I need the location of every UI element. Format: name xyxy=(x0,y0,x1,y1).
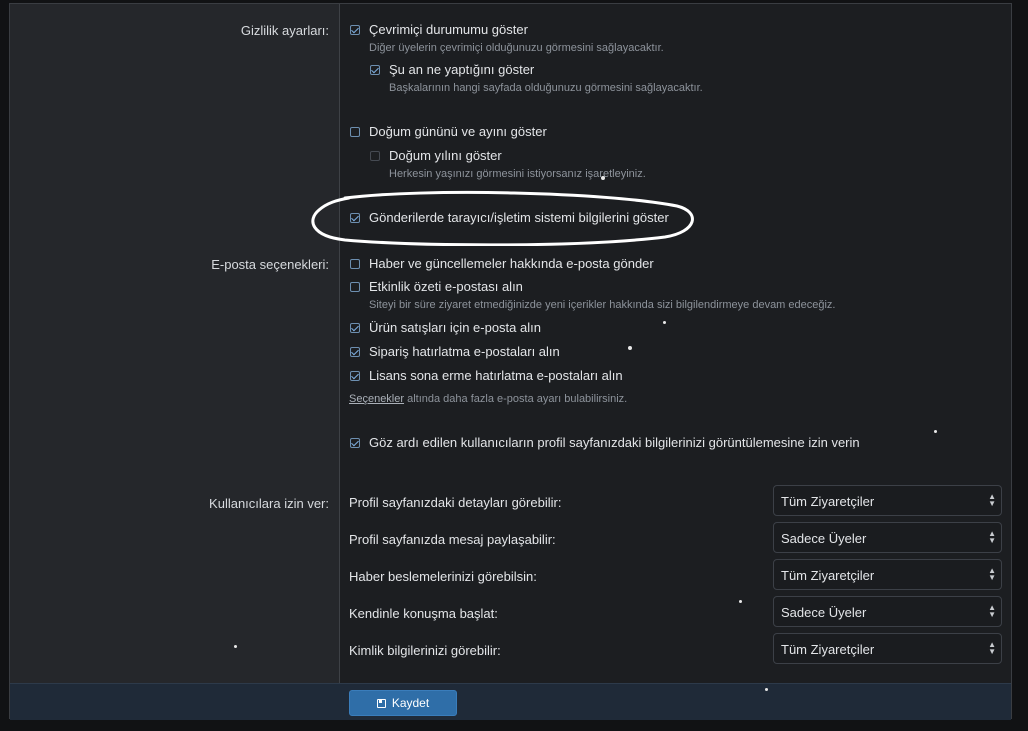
speck xyxy=(765,688,768,691)
speck xyxy=(601,176,605,180)
email-options-hint: Seçenekler altında daha fazla e-posta ay… xyxy=(349,393,627,405)
email-news-checkbox[interactable] xyxy=(350,259,360,269)
permission-select-profile-details[interactable]: Tüm Ziyaretçiler ▲ ▼ xyxy=(773,485,1002,516)
activity-summary-label[interactable]: Etkinlik özeti e-postası alın xyxy=(369,279,523,294)
show-online-label[interactable]: Çevrimiçi durumumu göster xyxy=(369,22,528,37)
permission-label-start-conversation: Kendinle konuşma başlat: xyxy=(349,606,498,621)
activity-summary-checkbox[interactable] xyxy=(350,282,360,292)
privacy-section-label: Gizlilik ayarları: xyxy=(240,23,329,38)
save-icon xyxy=(376,698,386,708)
email-section-label: E-posta seçenekleri: xyxy=(211,257,329,272)
save-button[interactable]: Kaydet xyxy=(349,690,457,716)
form-footer: Kaydet xyxy=(10,683,1011,720)
show-online-checkbox[interactable] xyxy=(350,25,360,35)
permission-label-identities: Kimlik bilgilerinizi görebilir: xyxy=(349,643,501,658)
permission-label-news-feed: Haber beslemelerinizi görebilsin: xyxy=(349,569,537,584)
ignored-users-label[interactable]: Göz ardı edilen kullanıcıların profil sa… xyxy=(369,435,860,450)
activity-summary-hint: Siteyi bir süre ziyaret etmediğinizde ye… xyxy=(369,299,836,311)
annotation-circle xyxy=(311,190,694,246)
product-sales-label[interactable]: Ürün satışları için e-posta alın xyxy=(369,320,541,335)
permission-select-identities[interactable]: Tüm Ziyaretçiler ▲ ▼ xyxy=(773,633,1002,664)
permissions-section-label: Kullanıcılara izin ver: xyxy=(209,496,329,511)
options-hint-text: altında daha fazla e-posta ayarı bulabil… xyxy=(404,393,628,405)
license-expiry-checkbox[interactable] xyxy=(350,371,360,381)
permission-label-profile-details: Profil sayfanızdaki detayları görebilir: xyxy=(349,495,562,510)
select-value: Tüm Ziyaretçiler xyxy=(781,568,875,583)
settings-panel: Gizlilik ayarları: E-posta seçenekleri: … xyxy=(9,3,1012,720)
speck xyxy=(234,645,237,648)
order-reminder-label[interactable]: Sipariş hatırlatma e-postaları alın xyxy=(369,344,560,359)
email-news-label[interactable]: Haber ve güncellemeler hakkında e-posta … xyxy=(369,256,654,271)
select-arrows-icon: ▲ ▼ xyxy=(988,529,996,545)
show-online-hint: Diğer üyelerin çevrimiçi olduğunuzu görm… xyxy=(369,42,664,54)
show-dob-year-checkbox[interactable] xyxy=(370,151,380,161)
show-activity-checkbox[interactable] xyxy=(370,65,380,75)
speck xyxy=(663,321,666,324)
options-link[interactable]: Seçenekler xyxy=(349,393,404,405)
select-arrows-icon: ▲ ▼ xyxy=(988,566,996,582)
license-expiry-label[interactable]: Lisans sona erme hatırlatma e-postaları … xyxy=(369,368,623,383)
product-sales-checkbox[interactable] xyxy=(350,323,360,333)
labels-column: Gizlilik ayarları: E-posta seçenekleri: … xyxy=(10,4,340,683)
speck xyxy=(628,346,632,350)
select-value: Sadece Üyeler xyxy=(781,531,867,546)
show-activity-hint: Başkalarının hangi sayfada olduğunuzu gö… xyxy=(389,82,703,94)
select-arrows-icon: ▲ ▼ xyxy=(988,640,996,656)
speck xyxy=(934,430,937,433)
select-value: Sadece Üyeler xyxy=(781,605,867,620)
show-dob-label[interactable]: Doğum gününü ve ayını göster xyxy=(369,124,547,139)
select-value: Tüm Ziyaretçiler xyxy=(781,642,875,657)
show-dob-year-label[interactable]: Doğum yılını göster xyxy=(389,148,502,163)
permission-label-profile-post: Profil sayfanızda mesaj paylaşabilir: xyxy=(349,532,556,547)
save-button-label: Kaydet xyxy=(391,696,430,710)
ignored-users-checkbox[interactable] xyxy=(350,438,360,448)
show-dob-year-hint: Herkesin yaşınızı görmesini istiyorsanız… xyxy=(389,168,646,180)
select-arrows-icon: ▲ ▼ xyxy=(988,603,996,619)
select-value: Tüm Ziyaretçiler xyxy=(781,494,875,509)
speck xyxy=(739,600,742,603)
order-reminder-checkbox[interactable] xyxy=(350,347,360,357)
select-arrows-icon: ▲ ▼ xyxy=(988,492,996,508)
permission-select-news-feed[interactable]: Tüm Ziyaretçiler ▲ ▼ xyxy=(773,559,1002,590)
show-dob-checkbox[interactable] xyxy=(350,127,360,137)
permission-select-profile-post[interactable]: Sadece Üyeler ▲ ▼ xyxy=(773,522,1002,553)
show-activity-label[interactable]: Şu an ne yaptığını göster xyxy=(389,62,534,77)
permission-select-start-conversation[interactable]: Sadece Üyeler ▲ ▼ xyxy=(773,596,1002,627)
